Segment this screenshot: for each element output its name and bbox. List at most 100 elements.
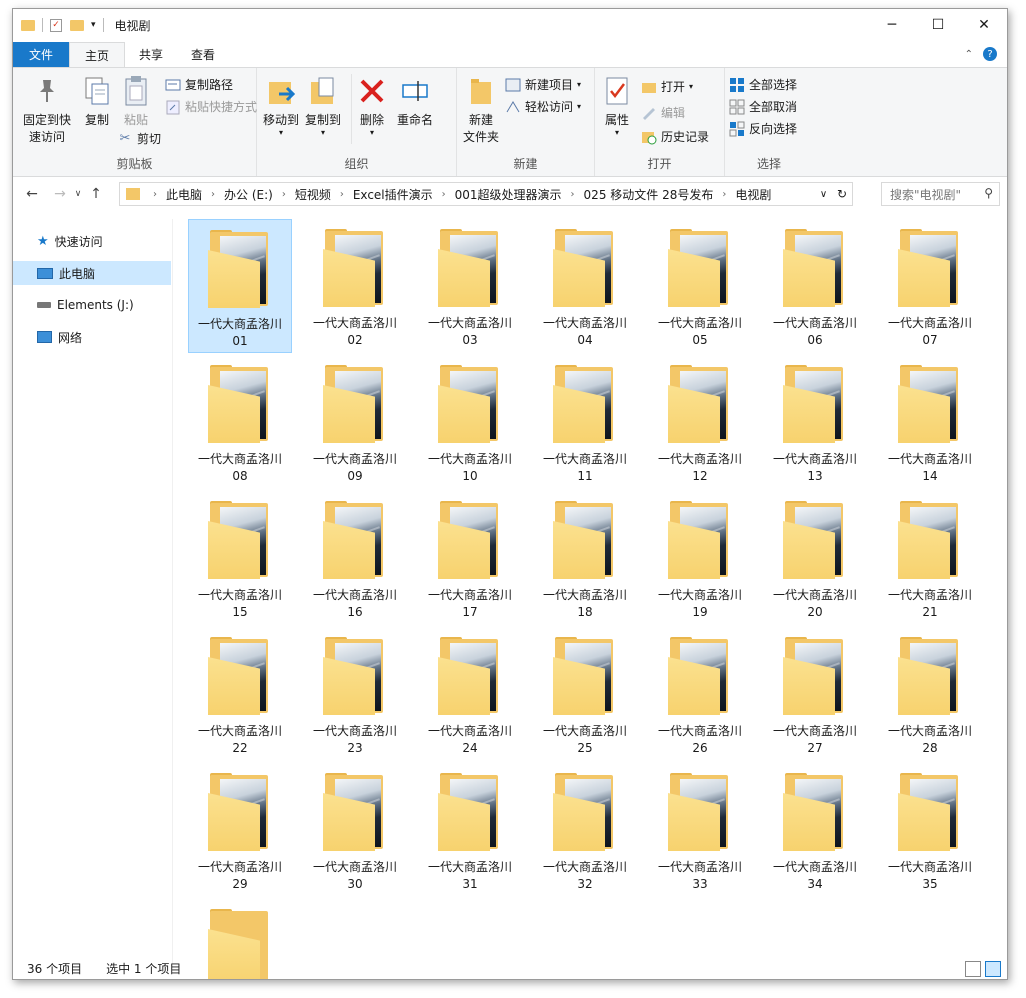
- new-folder-icon[interactable]: [70, 19, 84, 31]
- folder-number: 26: [692, 741, 708, 755]
- folder-thumbnail-icon: [783, 773, 847, 851]
- nav-item-this-pc[interactable]: 此电脑: [13, 261, 171, 285]
- invert-selection-button[interactable]: 反向选择: [729, 120, 797, 137]
- breadcrumb-move-files[interactable]: 025 移动文件 28号发布 ›: [584, 186, 736, 203]
- group-open: 属性 ▾ 打开 ▾ 编辑 历史记录 打开: [595, 68, 725, 176]
- folder-item[interactable]: 一代大商孟洛川 01: [188, 219, 292, 353]
- folder-item[interactable]: 一代大商孟洛川 29: [188, 763, 292, 897]
- folder-item[interactable]: 一代大商孟洛川 26: [648, 627, 752, 761]
- open-group-label: 打开: [647, 157, 672, 171]
- folder-item[interactable]: 一代大商孟洛川 11: [533, 355, 637, 489]
- back-arrow-icon[interactable]: ←: [21, 186, 43, 202]
- folder-item[interactable]: 一代大商孟洛川 04: [533, 219, 637, 353]
- forward-arrow-icon[interactable]: →: [49, 186, 71, 202]
- up-arrow-icon[interactable]: ↑: [85, 186, 107, 202]
- breadcrumb-excel-plugin[interactable]: Excel插件演示 ›: [353, 186, 455, 203]
- collapse-ribbon-icon[interactable]: ⌃: [965, 49, 973, 60]
- move-to-button[interactable]: 移动到 ▾: [261, 74, 301, 137]
- folder-item[interactable]: 一代大商孟洛川 27: [763, 627, 867, 761]
- search-input[interactable]: 搜索"电视剧" ⚲: [881, 182, 1000, 206]
- folder-item[interactable]: 一代大商孟洛川 18: [533, 491, 637, 625]
- folder-item[interactable]: 一代大商孟洛川 19: [648, 491, 752, 625]
- address-dropdown-icon[interactable]: ∨: [820, 189, 827, 200]
- folder-item[interactable]: 一代大商孟洛川 05: [648, 219, 752, 353]
- paste-shortcut-button[interactable]: 粘贴快捷方式: [165, 98, 257, 115]
- close-button[interactable]: ✕: [961, 9, 1007, 41]
- delete-button[interactable]: 删除 ▾: [357, 74, 387, 137]
- folder-item[interactable]: 一代大商孟洛川 15: [188, 491, 292, 625]
- breadcrumb-tv-series[interactable]: 电视剧: [735, 186, 771, 203]
- properties-check-icon[interactable]: ✓: [50, 18, 62, 32]
- folder-label: 一代大商孟洛川 16: [313, 587, 397, 621]
- folder-item[interactable]: 一代大商孟洛川 08: [188, 355, 292, 489]
- open-button[interactable]: 打开 ▾: [641, 78, 693, 95]
- folder-label: 一代大商孟洛川 22: [198, 723, 282, 757]
- folder-item[interactable]: 一代大商孟洛川 07: [878, 219, 982, 353]
- maximize-button[interactable]: ☐: [915, 9, 961, 41]
- qat-dropdown-icon[interactable]: ▾: [91, 20, 96, 30]
- details-view-icon[interactable]: [965, 961, 981, 977]
- folder-item[interactable]: 一代大商孟洛川 33: [648, 763, 752, 897]
- folder-label: 一代大商孟洛川 20: [773, 587, 857, 621]
- folder-item[interactable]: 一代大商孟洛川 12: [648, 355, 752, 489]
- pin-quick-access-button[interactable]: 固定到快 速访问: [17, 74, 77, 146]
- folder-item[interactable]: 一代大商孟洛川 03: [418, 219, 522, 353]
- new-item-button[interactable]: 新建项目 ▾: [505, 76, 581, 93]
- nav-item-network[interactable]: 网络: [13, 325, 171, 349]
- folder-item[interactable]: 一代大商孟洛川 14: [878, 355, 982, 489]
- search-icon[interactable]: ⚲: [984, 186, 993, 200]
- rename-button[interactable]: 重命名: [393, 74, 437, 129]
- breadcrumb-this-pc[interactable]: 此电脑 ›: [166, 186, 224, 203]
- select-all-button[interactable]: 全部选择: [729, 76, 797, 93]
- folder-item[interactable]: 一代大商孟洛川 28: [878, 627, 982, 761]
- folder-item[interactable]: 一代大商孟洛川 17: [418, 491, 522, 625]
- copy-to-button[interactable]: 复制到 ▾: [303, 74, 343, 137]
- minimize-button[interactable]: ─: [869, 9, 915, 41]
- folder-item[interactable]: 一代大商孟洛川 13: [763, 355, 867, 489]
- folder-item[interactable]: 一代大商孟洛川 20: [763, 491, 867, 625]
- tab-home[interactable]: 主页: [69, 42, 125, 67]
- tab-file[interactable]: 文件: [13, 42, 69, 67]
- folder-item[interactable]: 一代大商孟洛川 23: [303, 627, 407, 761]
- folder-label: 一代大商孟洛川 17: [428, 587, 512, 621]
- easy-access-button[interactable]: 轻松访问 ▾: [505, 98, 581, 115]
- folder-item[interactable]: 一代大商孟洛川 09: [303, 355, 407, 489]
- folder-name: 一代大商孟洛川: [197, 452, 282, 466]
- folder-item[interactable]: 一代大商孟洛川 06: [763, 219, 867, 353]
- breadcrumb-drive-e[interactable]: 办公 (E:) ›: [224, 186, 295, 203]
- tab-view[interactable]: 查看: [179, 42, 227, 67]
- recent-locations-icon[interactable]: ∨: [71, 189, 85, 199]
- folder-item[interactable]: 一代大商孟洛川 35: [878, 763, 982, 897]
- folder-item[interactable]: 一代大商孟洛川 30: [303, 763, 407, 897]
- copy-path-button[interactable]: 复制路径: [165, 76, 233, 93]
- folder-item[interactable]: 一代大商孟洛川 22: [188, 627, 292, 761]
- folder-item[interactable]: 一代大商孟洛川 32: [533, 763, 637, 897]
- nav-item-elements-drive[interactable]: Elements (J:): [13, 293, 171, 317]
- select-none-button[interactable]: 全部取消: [729, 98, 797, 115]
- breadcrumb-short-video[interactable]: 短视频 ›: [295, 186, 353, 203]
- folder-item[interactable]: 一代大商孟洛川 10: [418, 355, 522, 489]
- folder-item[interactable]: 一代大商孟洛川 16: [303, 491, 407, 625]
- breadcrumb-super-processor[interactable]: 001超级处理器演示 ›: [455, 186, 584, 203]
- tab-share[interactable]: 共享: [127, 42, 175, 67]
- folder-item[interactable]: 一代大商孟洛川 24: [418, 627, 522, 761]
- folder-item[interactable]: 一代大商孟洛川 25: [533, 627, 637, 761]
- copy-path-icon: [165, 77, 181, 93]
- edit-button[interactable]: 编辑: [641, 104, 685, 121]
- nav-item-quick-access[interactable]: ★ 快速访问: [13, 229, 171, 253]
- window-controls: ─ ☐ ✕: [869, 9, 1007, 41]
- folder-item[interactable]: 一代大商孟洛川 02: [303, 219, 407, 353]
- address-bar[interactable]: › 此电脑 › 办公 (E:) › 短视频 › Excel插件演示 › 001超级处理器…: [119, 182, 853, 206]
- folder-item[interactable]: 一代大商孟洛川 34: [763, 763, 867, 897]
- history-button[interactable]: 历史记录: [641, 128, 709, 145]
- properties-button[interactable]: 属性 ▾: [601, 74, 633, 137]
- refresh-icon[interactable]: ↻: [837, 187, 847, 201]
- folder-item[interactable]: 一代大商孟洛川 21: [878, 491, 982, 625]
- help-icon[interactable]: ?: [983, 47, 997, 61]
- cut-button[interactable]: ✂ 剪切: [117, 130, 161, 147]
- paste-button[interactable]: 粘贴: [119, 74, 153, 129]
- copy-button[interactable]: 复制: [79, 74, 115, 129]
- new-folder-button[interactable]: 新建 文件夹: [459, 74, 503, 146]
- large-icons-view-icon[interactable]: [985, 961, 1001, 977]
- folder-item[interactable]: 一代大商孟洛川 31: [418, 763, 522, 897]
